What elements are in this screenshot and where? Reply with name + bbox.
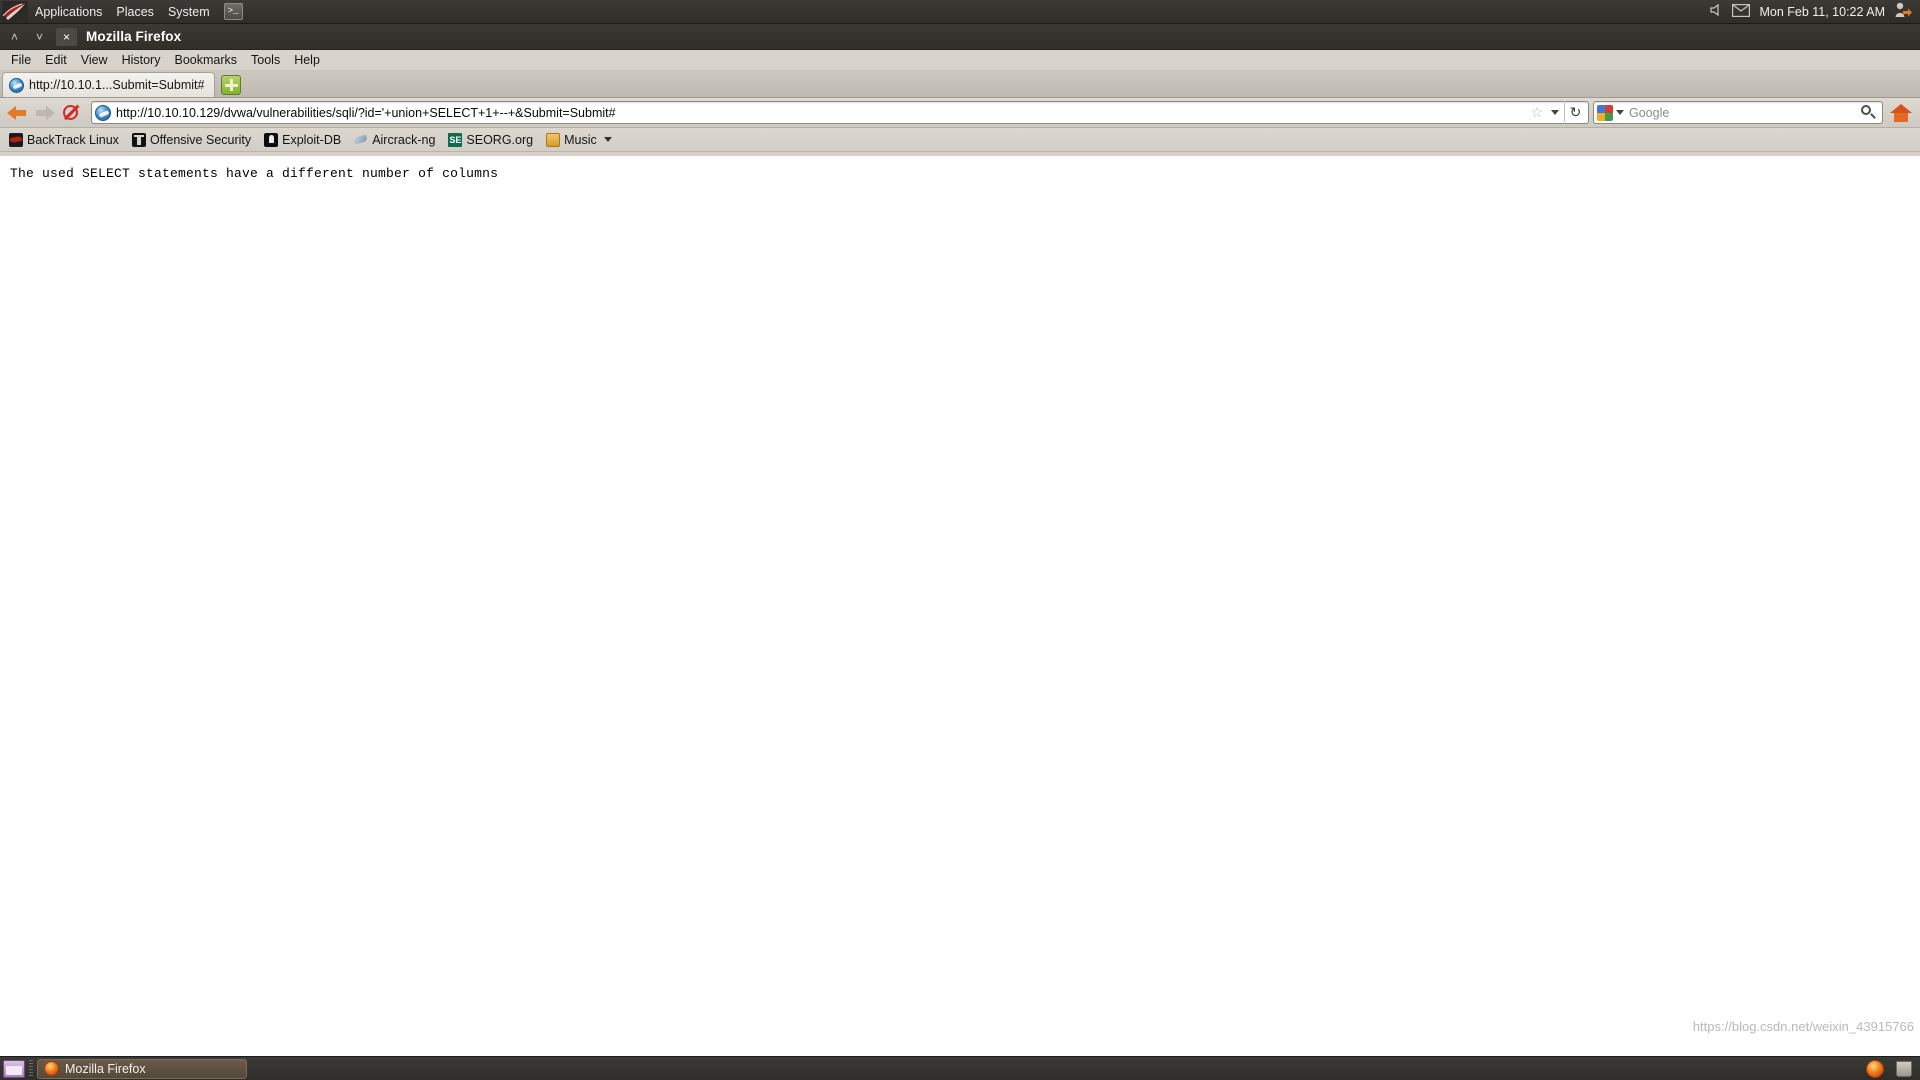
bookmark-label: Aircrack-ng — [372, 132, 436, 147]
bookmark-label: Exploit-DB — [282, 132, 342, 147]
chevron-down-icon[interactable] — [1551, 110, 1559, 115]
menu-history[interactable]: History — [115, 51, 168, 69]
volume-icon[interactable] — [1710, 3, 1723, 20]
window-maximize-button[interactable]: ˅ — [29, 28, 50, 46]
chevron-down-icon[interactable] — [1616, 110, 1624, 115]
window-title: Mozilla Firefox — [86, 29, 182, 44]
tab-active[interactable]: http://10.10.1...Submit=Submit# — [2, 72, 216, 97]
bookmark-backtrack-linux[interactable]: BackTrack Linux — [4, 131, 124, 149]
navigation-toolbar: http://10.10.10.129/dvwa/vulnerabilities… — [0, 98, 1920, 128]
panel-menu-applications[interactable]: Applications — [28, 2, 109, 22]
menu-bookmarks[interactable]: Bookmarks — [167, 51, 244, 69]
tab-strip: http://10.10.1...Submit=Submit# — [0, 71, 1920, 98]
forward-arrow-icon[interactable] — [31, 101, 57, 125]
firefox-window: ˄ ˅ × Mozilla Firefox File Edit View His… — [0, 24, 1920, 1056]
bookmark-label: BackTrack Linux — [27, 132, 119, 147]
backtrack-icon — [9, 132, 23, 147]
bookmark-aircrack-ng[interactable]: Aircrack-ng — [349, 131, 440, 149]
back-arrow-icon[interactable] — [5, 101, 31, 125]
bookmark-music-folder[interactable]: Music — [541, 131, 617, 149]
window-minimize-button[interactable]: ˄ — [4, 28, 25, 46]
reload-icon[interactable]: ↻ — [1564, 101, 1586, 124]
magnifier-icon[interactable] — [1860, 104, 1877, 121]
bookmark-label: Offensive Security — [149, 132, 252, 147]
menu-help[interactable]: Help — [287, 51, 327, 69]
menu-tools[interactable]: Tools — [244, 51, 287, 69]
menu-edit[interactable]: Edit — [38, 51, 74, 69]
watermark-text: https://blog.csdn.net/weixin_43915766 — [1692, 1019, 1914, 1034]
bookmark-seorg[interactable]: SE SEORG.org — [443, 131, 538, 149]
mail-icon[interactable] — [1732, 3, 1751, 20]
taskbar-window-firefox[interactable]: Mozilla Firefox — [37, 1058, 247, 1079]
show-desktop-icon[interactable] — [3, 1059, 25, 1078]
bookmark-star-icon[interactable]: ☆ — [1527, 104, 1546, 121]
panel-separator — [29, 1059, 33, 1078]
page-content: The used SELECT statements have a differ… — [0, 156, 1920, 1056]
menubar: File Edit View History Bookmarks Tools H… — [0, 50, 1920, 71]
globe-favicon-icon — [95, 104, 111, 121]
panel-menu-system[interactable]: System — [161, 2, 217, 22]
tray-firefox-icon[interactable] — [1866, 1060, 1884, 1078]
bookmarks-toolbar: BackTrack Linux Offensive Security Explo… — [0, 128, 1920, 152]
bookmark-exploit-db[interactable]: Exploit-DB — [259, 131, 346, 149]
terminal-launcher-icon[interactable]: >_ — [223, 3, 243, 20]
url-bar[interactable]: http://10.10.10.129/dvwa/vulnerabilities… — [91, 101, 1589, 124]
home-icon[interactable] — [1887, 100, 1915, 126]
seorg-icon: SE — [448, 132, 463, 147]
bookmark-offensive-security[interactable]: Offensive Security — [127, 131, 256, 149]
gnome-bottom-panel: Mozilla Firefox — [0, 1056, 1920, 1080]
menu-file[interactable]: File — [4, 51, 38, 69]
offensive-security-icon — [131, 132, 146, 147]
stop-icon[interactable] — [59, 101, 83, 125]
menu-view[interactable]: View — [74, 51, 115, 69]
panel-status-area: Mon Feb 11, 10:22 AM — [1710, 2, 1920, 21]
bookmark-label: Music — [564, 132, 597, 147]
window-close-button[interactable]: × — [56, 27, 77, 46]
exploit-db-icon — [264, 132, 279, 147]
user-logout-icon[interactable] — [1894, 2, 1912, 21]
backtrack-dragon-logo-icon[interactable] — [2, 0, 28, 23]
gnome-top-panel: Applications Places System >_ Mon Feb 11… — [0, 0, 1920, 24]
panel-menu-places[interactable]: Places — [109, 2, 161, 22]
search-input[interactable]: Google — [1629, 106, 1860, 120]
new-tab-button[interactable] — [221, 75, 242, 95]
search-bar[interactable]: Google — [1593, 101, 1883, 124]
url-input[interactable]: http://10.10.10.129/dvwa/vulnerabilities… — [116, 106, 1527, 120]
sql-error-message: The used SELECT statements have a differ… — [10, 166, 499, 181]
trash-icon[interactable] — [1896, 1061, 1912, 1077]
chevron-down-icon[interactable] — [603, 137, 612, 142]
aircrack-ng-icon — [354, 133, 368, 147]
google-icon[interactable] — [1597, 104, 1613, 121]
panel-clock[interactable]: Mon Feb 11, 10:22 AM — [1759, 5, 1885, 19]
window-titlebar: ˄ ˅ × Mozilla Firefox — [0, 24, 1920, 50]
firefox-icon — [44, 1061, 59, 1076]
tab-title: http://10.10.1...Submit=Submit# — [29, 78, 205, 92]
globe-favicon-icon — [9, 77, 24, 93]
bookmark-label: SEORG.org — [466, 132, 534, 147]
taskbar-window-label: Mozilla Firefox — [65, 1061, 146, 1076]
music-folder-icon — [546, 132, 561, 147]
